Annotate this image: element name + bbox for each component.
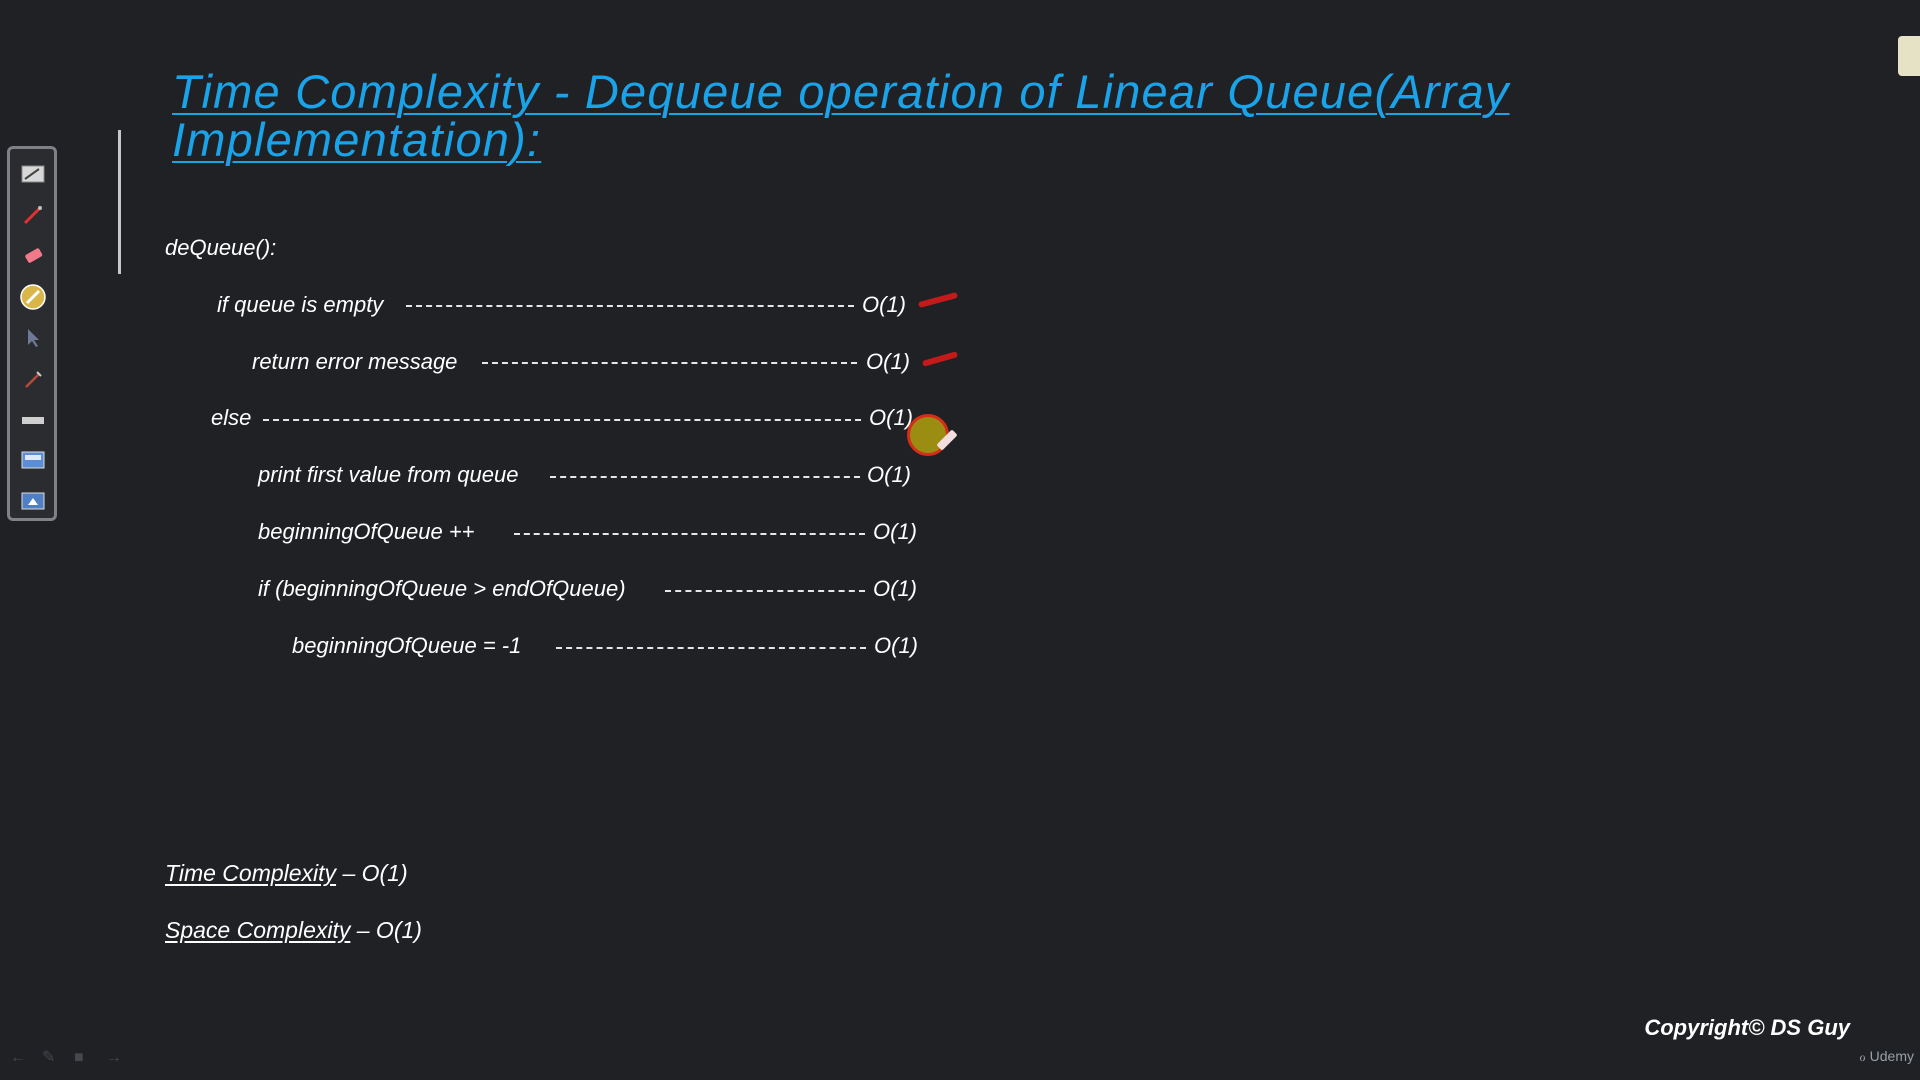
- slide-title: Time Complexity - Dequeue operation of L…: [172, 68, 1712, 164]
- code-line-2: return error message: [252, 349, 458, 374]
- code-line-4: print first value from queue: [258, 462, 519, 487]
- complexity-3: O(1): [869, 405, 913, 430]
- dash-leader-3: [263, 419, 861, 421]
- udemy-logo-icon: ℴ: [1859, 1048, 1866, 1064]
- pen-icon[interactable]: [20, 202, 46, 228]
- line-icon[interactable]: [20, 407, 46, 433]
- eraser-icon[interactable]: [20, 243, 46, 269]
- code-line-5: beginningOfQueue ++: [258, 519, 475, 544]
- annotation-toolbar: [7, 146, 57, 521]
- time-complexity-summary: Time Complexity – O(1): [165, 859, 408, 887]
- dash-leader-4: [550, 476, 860, 478]
- complexity-2: O(1): [866, 349, 910, 374]
- dash-leader-1: [406, 305, 854, 307]
- marker-icon[interactable]: [20, 366, 46, 392]
- dash-leader-2: [482, 362, 857, 364]
- space-complexity-label: Space Complexity: [165, 917, 351, 943]
- dash-leader-5: [514, 533, 865, 535]
- space-complexity-value: – O(1): [356, 917, 422, 943]
- bottom-controls: ← ✎ ■ →: [10, 1050, 126, 1066]
- complexity-7: O(1): [874, 633, 918, 658]
- udemy-label: Udemy: [1869, 1048, 1914, 1064]
- screen-icon[interactable]: [20, 448, 46, 474]
- annotation-stroke-2: [921, 351, 959, 367]
- title-line-2: Implementation):: [172, 113, 542, 166]
- copyright-text: Copyright© DS Guy: [1644, 1015, 1850, 1040]
- pencil-icon[interactable]: ✎: [42, 1050, 62, 1066]
- menu-icon[interactable]: ■: [74, 1050, 94, 1066]
- time-complexity-label: Time Complexity: [165, 860, 337, 886]
- vertical-divider: [118, 130, 121, 274]
- udemy-watermark: ℴ Udemy: [1859, 1048, 1914, 1065]
- code-line-3: else: [211, 405, 252, 430]
- annotation-stroke-1: [917, 291, 959, 309]
- title-line-1: Time Complexity - Dequeue operation of L…: [172, 65, 1510, 118]
- code-line-7: beginningOfQueue = -1: [292, 633, 522, 658]
- complexity-1: O(1): [862, 292, 906, 317]
- complexity-6: O(1): [873, 576, 917, 601]
- whiteboard-icon[interactable]: [20, 161, 46, 187]
- dash-leader-6: [665, 590, 865, 592]
- pointer-icon[interactable]: [20, 325, 46, 351]
- back-arrow-icon[interactable]: ←: [10, 1050, 30, 1066]
- complexity-5: O(1): [873, 519, 917, 544]
- time-complexity-value: – O(1): [342, 860, 408, 886]
- forward-arrow-icon[interactable]: →: [106, 1050, 126, 1066]
- code-line-6: if (beginningOfQueue > endOfQueue): [258, 576, 626, 601]
- highlighter-icon[interactable]: [20, 284, 46, 310]
- code-line-1: if queue is empty: [217, 292, 384, 317]
- complexity-4: O(1): [867, 462, 911, 487]
- capture-icon[interactable]: [20, 489, 46, 515]
- space-complexity-summary: Space Complexity – O(1): [165, 916, 422, 944]
- function-name: deQueue():: [165, 235, 277, 260]
- dash-leader-7: [556, 647, 866, 649]
- corner-widget[interactable]: [1898, 36, 1920, 76]
